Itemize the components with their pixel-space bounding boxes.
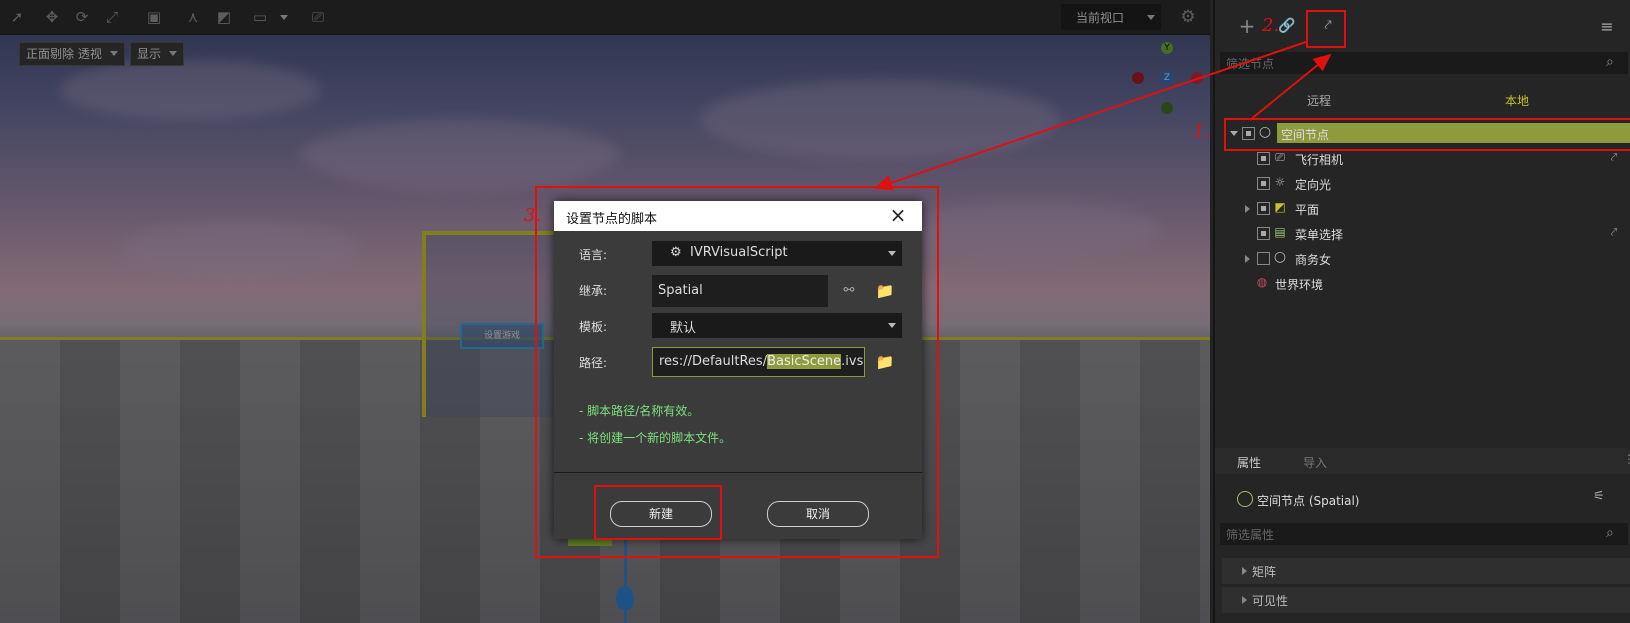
arrow-node-to-script [1249, 53, 1332, 121]
arrow-script-to-dialog [874, 41, 1307, 191]
annotation-arrows [874, 41, 1332, 191]
